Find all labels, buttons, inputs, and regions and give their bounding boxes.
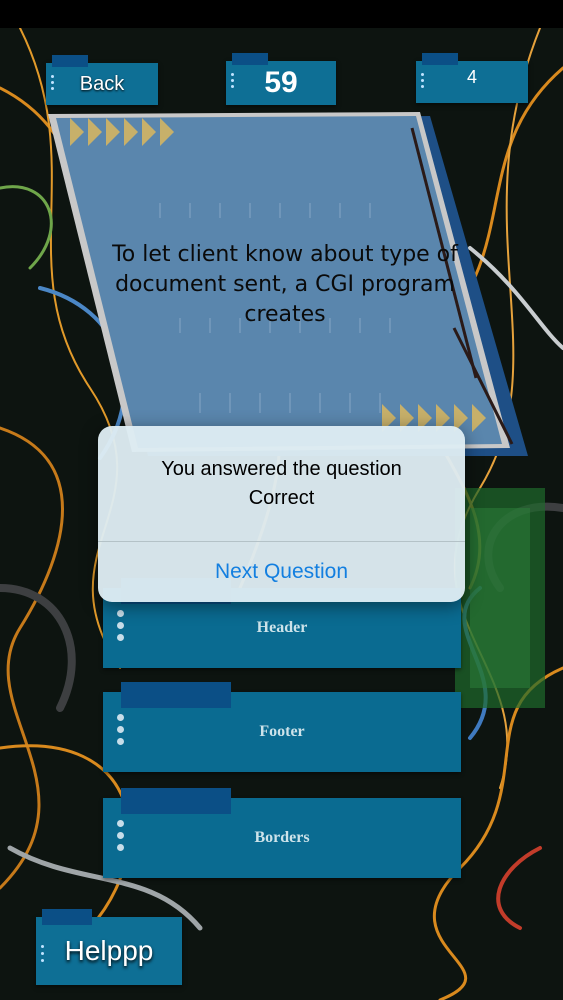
back-label: Back <box>79 72 125 95</box>
result-alert-dialog: You answered the question Correct Next Q… <box>98 426 465 602</box>
dots-icon <box>41 945 44 962</box>
dots-icon <box>231 73 235 88</box>
button-tag <box>232 53 268 65</box>
button-tag <box>52 55 88 67</box>
next-question-button[interactable]: Next Question <box>98 542 465 602</box>
answer-label: Borders <box>254 829 310 846</box>
count-value: 4 <box>466 66 477 87</box>
button-tag <box>422 53 458 65</box>
help-button[interactable]: Helppp <box>36 909 182 985</box>
answer-option-3[interactable]: Borders <box>103 788 461 878</box>
back-button[interactable]: Back <box>46 55 158 105</box>
status-bar <box>0 0 563 28</box>
alert-message: You answered the question Correct <box>161 457 402 509</box>
score-value: 59 <box>264 66 298 99</box>
score-display: 59 <box>226 53 336 105</box>
button-tag <box>42 909 92 925</box>
question-text: To let client know about type of documen… <box>112 242 458 327</box>
dots-icon <box>421 73 425 88</box>
dots-icon <box>51 75 55 90</box>
answer-label: Footer <box>259 723 305 740</box>
answer-option-2[interactable]: Footer <box>103 682 461 772</box>
help-label: Helppp <box>64 935 154 966</box>
question-count-display: 4 <box>416 53 528 103</box>
